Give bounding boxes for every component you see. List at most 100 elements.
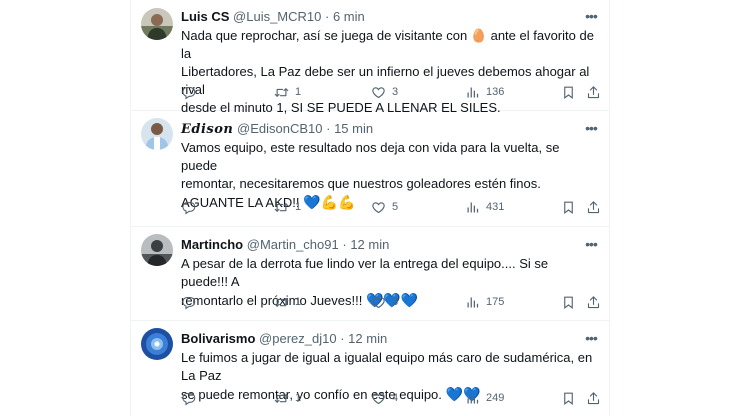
views-button[interactable]: 249 — [465, 389, 504, 407]
reply-button[interactable] — [181, 389, 196, 407]
tweet-text-line: remontar, necesitaremos que nuestros gol… — [181, 176, 541, 191]
tweet-text: Nada que reprochar, así se juega de visi… — [181, 27, 596, 117]
display-name[interactable]: Luis CS — [181, 9, 229, 24]
view-count: 249 — [486, 392, 505, 404]
like-count: 3 — [392, 296, 399, 308]
bookmark-icon — [561, 391, 576, 406]
tweet-actions: 1 4 249 — [181, 389, 601, 407]
retweet-button[interactable]: 1 — [274, 83, 301, 101]
tweet-actions: 1 3 175 — [181, 293, 601, 311]
reply-icon — [181, 295, 196, 310]
bookmark-icon — [561, 200, 576, 215]
like-button[interactable]: 5 — [371, 198, 398, 216]
like-count: 3 — [392, 86, 399, 98]
retweet-count: 1 — [295, 296, 302, 308]
reply-tweet[interactable]: Martincho @Martin_cho91 · 12 min ••• A p… — [131, 226, 609, 321]
like-count: 5 — [392, 201, 399, 213]
view-count: 431 — [486, 201, 505, 213]
views-icon — [465, 391, 480, 406]
avatar[interactable] — [141, 328, 173, 360]
more-icon[interactable]: ••• — [583, 9, 599, 25]
more-icon[interactable]: ••• — [583, 121, 599, 137]
retweet-count: 1 — [295, 201, 302, 213]
tweet-text-line: Nada que reprochar, así se juega de visi… — [181, 28, 594, 61]
tweet-text-line: A pesar de la derrota fue lindo ver la e… — [181, 256, 549, 289]
reply-icon — [181, 85, 196, 100]
views-icon — [465, 295, 480, 310]
tweet-header: Bolivarismo @perez_dj10 · 12 min — [181, 331, 387, 347]
tweet-header: Luis CS @Luis_MCR10 · 6 min — [181, 9, 365, 25]
retweet-icon — [274, 85, 289, 100]
retweet-button[interactable]: 1 — [274, 293, 301, 311]
share-icon — [586, 391, 601, 406]
tweet-text-line: Le fuimos a jugar de igual a igualal equ… — [181, 350, 593, 383]
reply-tweet[interactable]: Bolivarismo @perez_dj10 · 12 min ••• Le … — [131, 320, 609, 416]
retweet-icon — [274, 200, 289, 215]
views-button[interactable]: 175 — [465, 293, 504, 311]
share-icon — [586, 295, 601, 310]
like-count: 4 — [392, 392, 399, 404]
heart-icon — [371, 200, 386, 215]
reply-tweet[interactable]: Edison @EdisonCB10 · 15 min ••• Vamos eq… — [131, 110, 609, 227]
heart-icon — [371, 295, 386, 310]
more-icon[interactable]: ••• — [583, 331, 599, 347]
retweet-button[interactable]: 1 — [274, 389, 301, 407]
like-button[interactable]: 3 — [371, 293, 398, 311]
bookmark-icon — [561, 295, 576, 310]
avatar[interactable] — [141, 234, 173, 266]
bookmark-button[interactable] — [561, 389, 576, 407]
view-count: 136 — [486, 86, 505, 98]
retweet-button[interactable]: 1 — [274, 198, 301, 216]
bookmark-button[interactable] — [561, 83, 576, 101]
tweet-text-line: Vamos equipo, este resultado nos deja co… — [181, 140, 560, 173]
avatar[interactable] — [141, 8, 173, 40]
views-button[interactable]: 431 — [465, 198, 504, 216]
tweet-header: Edison @EdisonCB10 · 15 min — [181, 121, 373, 138]
heart-icon — [371, 85, 386, 100]
like-button[interactable]: 4 — [371, 389, 398, 407]
tweet-actions: 1 3 136 — [181, 83, 601, 101]
timestamp[interactable]: 12 min — [350, 237, 389, 252]
retweet-icon — [274, 391, 289, 406]
share-button[interactable] — [586, 389, 601, 407]
view-count: 175 — [486, 296, 505, 308]
reply-button[interactable] — [181, 293, 196, 311]
replies-timeline: Luis CS @Luis_MCR10 · 6 min ••• Nada que… — [130, 0, 610, 416]
views-icon — [465, 200, 480, 215]
retweet-icon — [274, 295, 289, 310]
reply-icon — [181, 391, 196, 406]
user-handle[interactable]: @Martin_cho91 — [247, 237, 339, 252]
separator-dot: · — [342, 237, 347, 252]
heart-icon — [371, 391, 386, 406]
like-button[interactable]: 3 — [371, 83, 398, 101]
tweet-header: Martincho @Martin_cho91 · 12 min — [181, 237, 389, 253]
user-handle[interactable]: @EdisonCB10 — [237, 121, 322, 136]
reply-button[interactable] — [181, 198, 196, 216]
views-icon — [465, 85, 480, 100]
user-handle[interactable]: @Luis_MCR10 — [233, 9, 321, 24]
user-handle[interactable]: @perez_dj10 — [259, 331, 337, 346]
retweet-count: 1 — [295, 86, 302, 98]
more-icon[interactable]: ••• — [583, 237, 599, 253]
share-button[interactable] — [586, 83, 601, 101]
bookmark-button[interactable] — [561, 198, 576, 216]
timestamp[interactable]: 12 min — [348, 331, 387, 346]
reply-icon — [181, 200, 196, 215]
avatar[interactable] — [141, 118, 173, 150]
share-icon — [586, 85, 601, 100]
display-name[interactable]: Edison — [181, 122, 233, 137]
reply-tweet[interactable]: Luis CS @Luis_MCR10 · 6 min ••• Nada que… — [131, 0, 609, 115]
timestamp[interactable]: 6 min — [333, 9, 365, 24]
views-button[interactable]: 136 — [465, 83, 504, 101]
share-icon — [586, 200, 601, 215]
bookmark-icon — [561, 85, 576, 100]
share-button[interactable] — [586, 198, 601, 216]
bookmark-button[interactable] — [561, 293, 576, 311]
separator-dot: · — [340, 331, 345, 346]
reply-button[interactable] — [181, 83, 196, 101]
retweet-count: 1 — [295, 392, 302, 404]
share-button[interactable] — [586, 293, 601, 311]
display-name[interactable]: Martincho — [181, 237, 243, 252]
timestamp[interactable]: 15 min — [334, 121, 373, 136]
display-name[interactable]: Bolivarismo — [181, 331, 255, 346]
